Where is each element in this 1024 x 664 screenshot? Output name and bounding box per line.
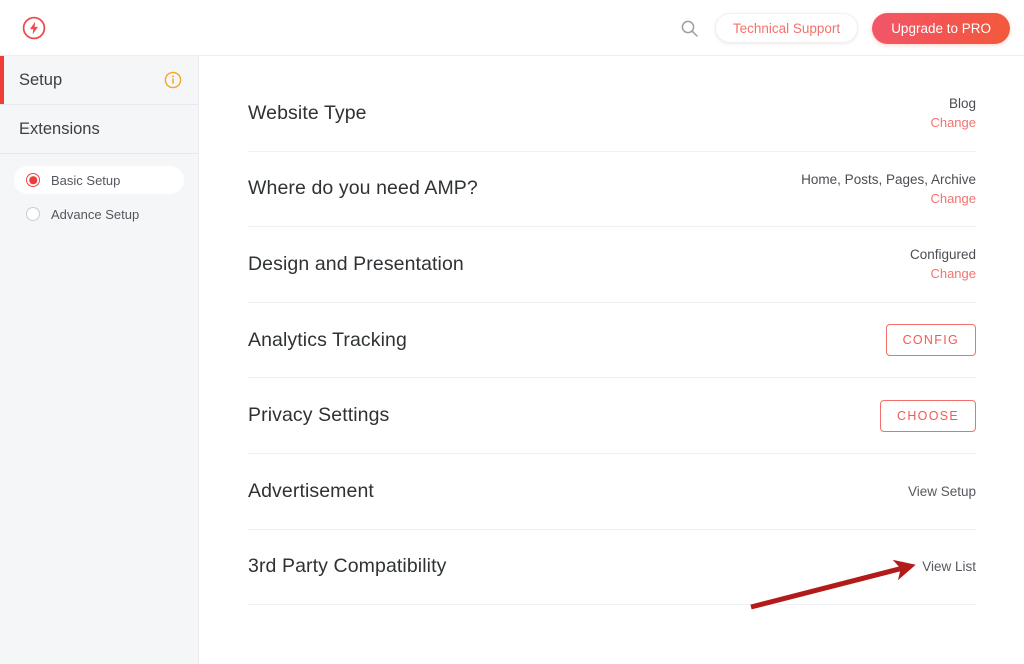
top-header: Technical Support Upgrade to PRO — [0, 0, 1024, 56]
row-control: Home, Posts, Pages, Archive Change — [801, 171, 976, 207]
change-link[interactable]: Change — [930, 190, 976, 207]
view-list-link[interactable]: View List — [922, 559, 976, 574]
info-circle-icon[interactable] — [163, 71, 182, 90]
amp-bolt-logo-icon[interactable] — [21, 15, 47, 41]
settings-row-privacy-settings: Privacy Settings CHOOSE — [248, 378, 976, 454]
radio-dot-icon — [26, 207, 40, 221]
settings-list: Website Type Blog Change Where do you ne… — [248, 76, 976, 606]
sidebar-item-extensions-label: Extensions — [19, 119, 100, 138]
app-window: Technical Support Upgrade to PRO Setup E… — [0, 0, 1024, 664]
sidebar-item-extensions[interactable]: Extensions — [0, 105, 198, 154]
row-label: Analytics Tracking — [248, 328, 407, 351]
settings-row-3rd-party-compatibility: 3rd Party Compatibility View List — [248, 530, 976, 606]
header-actions: Technical Support Upgrade to PRO — [679, 0, 1010, 56]
upgrade-to-pro-button[interactable]: Upgrade to PRO — [872, 12, 1010, 44]
radio-basic-setup-label: Basic Setup — [51, 172, 121, 188]
choose-button[interactable]: CHOOSE — [880, 399, 976, 432]
row-label: 3rd Party Compatibility — [248, 555, 447, 578]
radio-advance-setup-label: Advance Setup — [51, 206, 140, 222]
main-content: Website Type Blog Change Where do you ne… — [200, 56, 1024, 664]
settings-row-advertisement: Advertisement View Setup — [248, 454, 976, 530]
radio-basic-setup[interactable]: Basic Setup — [14, 166, 184, 194]
sidebar: Setup Extensions Basic Setup Advance Set… — [0, 56, 199, 664]
row-value: Blog — [948, 96, 976, 112]
settings-row-analytics-tracking: Analytics Tracking CONFIG — [248, 303, 976, 379]
settings-row-amp-locations: Where do you need AMP? Home, Posts, Page… — [248, 152, 976, 228]
settings-row-design-presentation: Design and Presentation Configured Chang… — [248, 227, 976, 303]
sidebar-item-setup[interactable]: Setup — [0, 56, 198, 105]
search-icon[interactable] — [679, 17, 701, 39]
row-value: Configured — [909, 247, 976, 263]
radio-advance-setup[interactable]: Advance Setup — [14, 200, 184, 228]
row-label: Website Type — [248, 101, 367, 124]
row-value: Home, Posts, Pages, Archive — [801, 171, 976, 187]
settings-row-website-type: Website Type Blog Change — [248, 76, 976, 152]
row-label: Design and Presentation — [248, 252, 464, 275]
row-label: Privacy Settings — [248, 404, 390, 427]
row-control: Configured Change — [910, 246, 976, 282]
radio-dot-icon — [26, 173, 40, 187]
row-control: Blog Change — [930, 95, 976, 131]
change-link[interactable]: Change — [930, 114, 976, 131]
technical-support-button[interactable]: Technical Support — [714, 13, 859, 43]
row-label: Advertisement — [248, 479, 374, 502]
sidebar-item-setup-label: Setup — [19, 70, 63, 89]
change-link[interactable]: Change — [930, 265, 976, 282]
view-setup-link[interactable]: View Setup — [908, 484, 976, 499]
config-button[interactable]: CONFIG — [885, 324, 976, 357]
row-label: Where do you need AMP? — [248, 177, 478, 200]
setup-mode-radio-group: Basic Setup Advance Setup — [0, 154, 198, 228]
